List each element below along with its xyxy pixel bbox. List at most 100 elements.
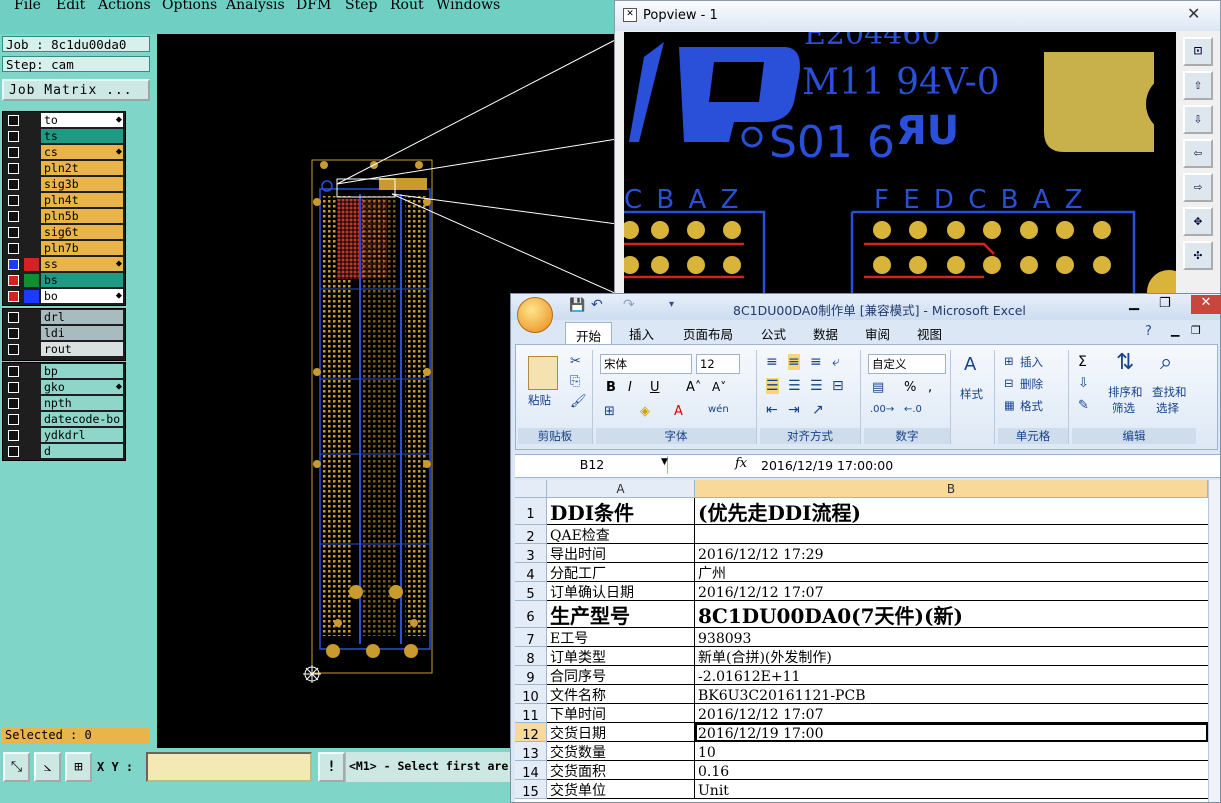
layer-row-gko[interactable]: gko ⬥	[3, 380, 125, 395]
cell-a[interactable]: 下单时间	[547, 704, 695, 723]
filter-button[interactable]: 筛选	[1112, 400, 1135, 416]
formula-input[interactable]: 2016/12/19 17:00:00	[761, 458, 893, 473]
font-name-select[interactable]: 宋体	[600, 354, 692, 374]
wrap-text-icon[interactable]: ⤶	[832, 354, 840, 370]
layer-checkbox[interactable]	[8, 147, 19, 158]
cell-b[interactable]: -2.01612E+11	[695, 666, 1208, 685]
bold-button[interactable]: B	[606, 380, 616, 395]
layer-checkbox[interactable]	[8, 243, 19, 254]
tab-view[interactable]: 视图	[917, 324, 942, 343]
row-header[interactable]: 2	[515, 525, 547, 545]
zoom-out-icon[interactable]: ✣	[1183, 241, 1213, 270]
column-header-b[interactable]: B	[695, 480, 1208, 498]
pan-up-icon[interactable]: ⇧	[1183, 71, 1213, 100]
align-center-icon[interactable]: ☰	[788, 378, 801, 394]
layer-checkbox[interactable]	[8, 414, 19, 425]
cell-b[interactable]	[695, 525, 1208, 544]
measure-icon[interactable]: ⦣	[34, 752, 61, 782]
cell-a[interactable]: QAE检查	[547, 525, 695, 544]
accounting-icon[interactable]: ▤	[872, 380, 884, 395]
layer-row-sig3b[interactable]: sig3b	[3, 177, 125, 192]
layer-checkbox[interactable]	[8, 115, 19, 126]
table-row[interactable]: 12 交货日期 2016/12/19 17:00	[515, 723, 1220, 743]
cell-b[interactable]: 2016/12/12 17:07	[695, 704, 1208, 723]
table-row[interactable]: 1 DDI条件 (优先走DDI流程)	[515, 498, 1220, 525]
alert-icon[interactable]: !	[318, 752, 345, 782]
row-header[interactable]: 6	[515, 601, 547, 628]
layer-row-pln5b[interactable]: pln5b	[3, 209, 125, 224]
layer-row-sig6t[interactable]: sig6t	[3, 225, 125, 240]
row-header[interactable]: 8	[515, 647, 547, 667]
layer-checkbox[interactable]	[8, 131, 19, 142]
minimize-icon[interactable]: ▁	[1129, 296, 1139, 311]
column-header-a[interactable]: A	[547, 480, 695, 498]
decrease-decimal-icon[interactable]: ←.0	[904, 404, 922, 415]
layer-row-bs[interactable]: bs	[3, 273, 125, 288]
layer-checkbox[interactable]	[8, 195, 19, 206]
zoom-in-icon[interactable]: ✥	[1183, 207, 1213, 236]
insert-cells-icon[interactable]: ⊞	[1004, 354, 1014, 368]
layer-checkbox[interactable]	[8, 291, 19, 302]
close-icon[interactable]: ✕	[1187, 4, 1200, 23]
increase-indent-icon[interactable]: ⇥	[788, 402, 800, 418]
comma-icon[interactable]: ,	[928, 380, 932, 395]
cell-b[interactable]: 10	[695, 742, 1208, 761]
layer-row-bo[interactable]: bo ⬥	[3, 289, 125, 304]
menu-rout[interactable]: Rout	[390, 0, 424, 13]
restore-icon[interactable]: ❐	[1159, 296, 1171, 311]
cell-b[interactable]: 广州	[695, 563, 1208, 582]
layer-checkbox[interactable]	[8, 382, 19, 393]
align-top-icon[interactable]: ≡	[766, 354, 778, 370]
layer-checkbox[interactable]	[8, 366, 19, 377]
tab-review[interactable]: 审阅	[865, 324, 890, 343]
layer-checkbox[interactable]	[8, 275, 19, 286]
align-right-icon[interactable]: ☰	[810, 378, 823, 394]
table-row[interactable]: 13 交货数量 10	[515, 742, 1220, 762]
row-header[interactable]: 9	[515, 666, 547, 686]
menu-edit[interactable]: Edit	[56, 0, 85, 13]
cell-b[interactable]: Unit	[695, 780, 1208, 799]
tab-insert[interactable]: 插入	[629, 324, 654, 343]
layer-row-drl[interactable]: drl	[3, 310, 125, 325]
autosum-icon[interactable]: Σ	[1078, 354, 1087, 370]
pan-left-icon[interactable]: ⇦	[1183, 139, 1213, 168]
clear-icon[interactable]: ✎	[1078, 398, 1089, 413]
cell-a[interactable]: 文件名称	[547, 685, 695, 704]
layer-checkbox[interactable]	[8, 179, 19, 190]
row-header[interactable]: 1	[515, 498, 547, 525]
tab-page-layout[interactable]: 页面布局	[683, 324, 733, 343]
merge-cells-icon[interactable]: ⊟	[832, 378, 844, 394]
table-row[interactable]: 10 文件名称 BK6U3C20161121-PCB	[515, 685, 1220, 705]
layer-row-ts[interactable]: ts	[3, 129, 125, 144]
menu-actions[interactable]: Actions	[98, 0, 151, 13]
menu-analysis[interactable]: Analysis	[226, 0, 285, 13]
popview-canvas[interactable]: E204460 M11 94V-0 S01 6 ЯU C B A Z F E D…	[624, 32, 1176, 300]
table-row[interactable]: 5 订单确认日期 2016/12/12 17:07	[515, 582, 1220, 602]
layer-checkbox[interactable]	[8, 446, 19, 457]
cell-b[interactable]: 2016/12/12 17:29	[695, 544, 1208, 563]
row-header[interactable]: 15	[515, 780, 547, 800]
name-box[interactable]: B12	[517, 456, 668, 474]
layer-row-to[interactable]: to ⬥	[3, 113, 125, 128]
styles-icon[interactable]: A	[964, 354, 976, 375]
sort-button[interactable]: 排序和	[1108, 384, 1143, 400]
cell-a[interactable]: 交货单位	[547, 780, 695, 799]
table-row[interactable]: 14 交货面积 0.16	[515, 761, 1220, 781]
name-box-dropdown-icon[interactable]: ▼	[661, 457, 668, 467]
cell-b[interactable]: 2016/12/12 17:07	[695, 582, 1208, 601]
align-bottom-icon[interactable]: ≡	[810, 354, 822, 370]
layer-row-cs[interactable]: cs ⬥	[3, 145, 125, 160]
table-row[interactable]: 3 导出时间 2016/12/12 17:29	[515, 544, 1220, 564]
select-button[interactable]: 选择	[1156, 400, 1179, 416]
ribbon-restore-icon[interactable]: ❐	[1191, 324, 1201, 337]
close-window-icon[interactable]: ✕	[1191, 295, 1221, 314]
sort-filter-icon[interactable]: ⇅	[1116, 350, 1134, 375]
layer-row-npth[interactable]: npth	[3, 396, 125, 411]
vertical-scrollbar[interactable]	[1208, 480, 1220, 802]
help-icon[interactable]: ?	[1145, 324, 1152, 339]
insert-cells-button[interactable]: 插入	[1020, 354, 1043, 370]
zoom-fit-icon[interactable]: ⤡	[3, 752, 30, 782]
underline-button[interactable]: U	[650, 380, 660, 395]
fill-color-icon[interactable]: ◈	[640, 404, 650, 419]
font-size-select[interactable]: 12	[696, 354, 740, 374]
